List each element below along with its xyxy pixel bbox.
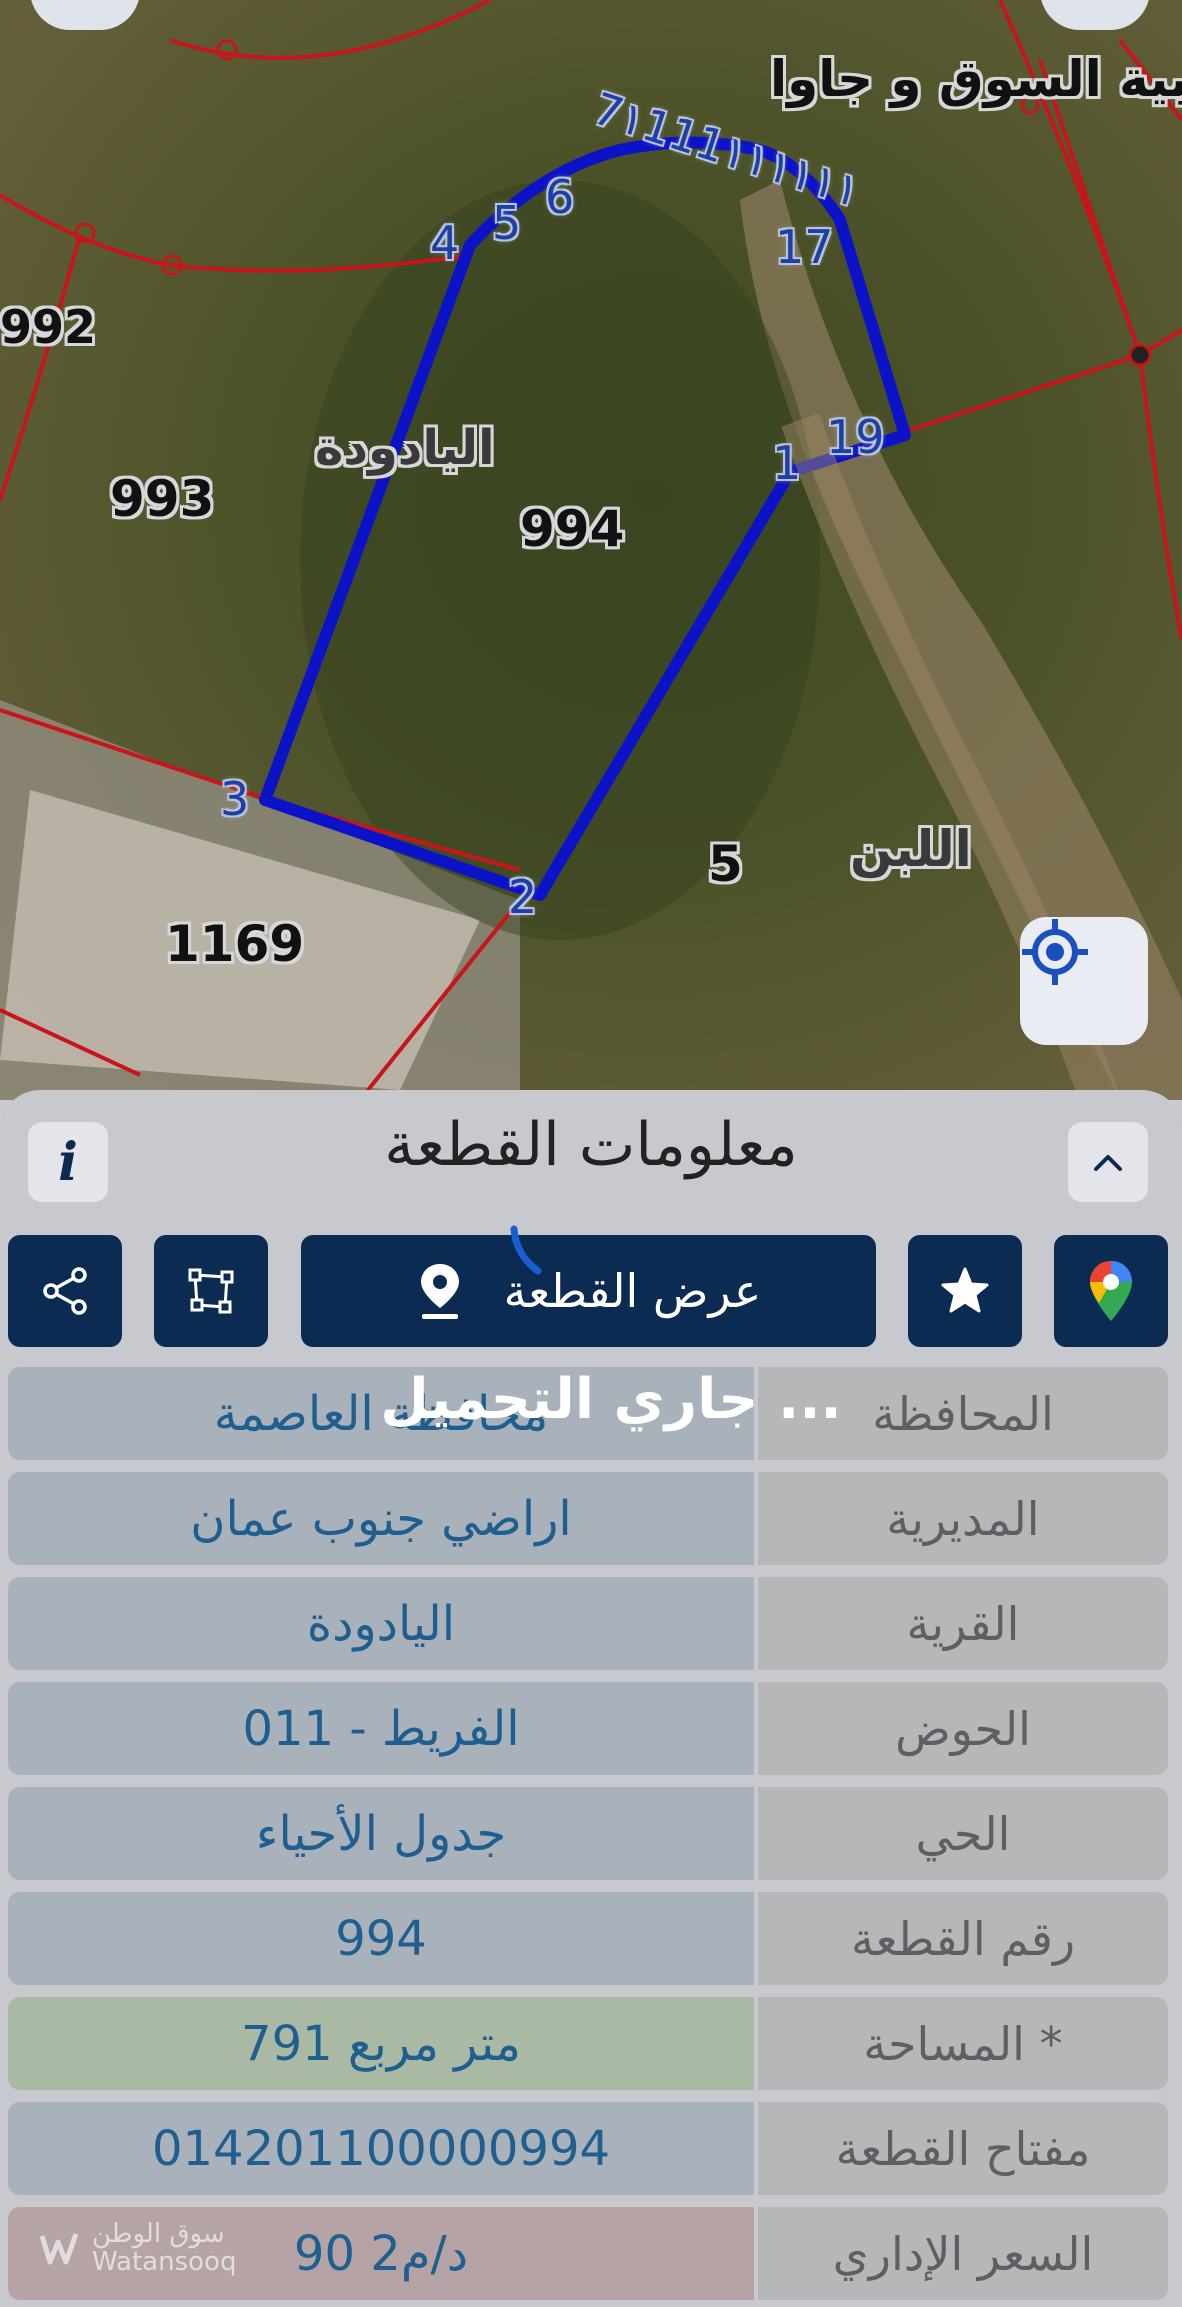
vertex-label: 19 — [826, 410, 885, 464]
parcel-label-994: 994 — [520, 500, 625, 558]
place-label-allaban: اللبن — [850, 820, 972, 878]
location-pin-icon — [420, 1264, 459, 1319]
detail-row-parcel-key: 014201100000994 مفتاح القطعة — [8, 2102, 1168, 2195]
share-button[interactable] — [8, 1235, 122, 1347]
detail-row-area: 791 متر مربع المساحة * — [8, 1997, 1168, 2090]
place-label-alyadoudeh: اليادودة — [315, 420, 495, 476]
detail-value: اليادودة — [8, 1577, 754, 1670]
share-icon — [43, 1267, 87, 1315]
sheet-header: i معلومات القطعة — [0, 1090, 1182, 1220]
detail-value: 791 متر مربع — [8, 1997, 754, 2090]
detail-row-basin: الفريط - 011 الحوض — [8, 1682, 1168, 1775]
detail-row-parcel-number: 994 رقم القطعة — [8, 1892, 1168, 1985]
watermark-logo: سوق الوطن Watansooq — [40, 2220, 236, 2276]
parcel-label-993: 993 — [110, 470, 215, 528]
sheet-title: معلومات القطعة — [384, 1110, 798, 1180]
detail-value: جدول الأحياء — [8, 1787, 754, 1880]
satellite-map[interactable]: 992 993 994 1169 5 غربية السوق و جاوا ال… — [0, 0, 1182, 1100]
vertex-label: 3 — [220, 772, 250, 826]
gps-locate-icon — [1022, 919, 1088, 985]
google-maps-button[interactable] — [1054, 1235, 1168, 1347]
detail-key: السعر الإداري — [758, 2207, 1168, 2300]
detail-row-directorate: اراضي جنوب عمان المديرية — [8, 1472, 1168, 1565]
detail-value: 994 — [8, 1892, 754, 1985]
vertex-label: 17 — [775, 220, 834, 274]
detail-value: الفريط - 011 — [8, 1682, 754, 1775]
watansooq-logo-icon — [40, 2233, 79, 2265]
detail-row-neighborhood: جدول الأحياء الحي — [8, 1787, 1168, 1880]
watermark-arabic: سوق الوطن — [92, 2219, 225, 2249]
parcel-info-sheet: i معلومات القطعة عرض القطعة جاري التحميل… — [0, 1090, 1182, 2307]
chevron-up-icon — [1094, 1155, 1122, 1171]
detail-row-village: اليادودة القرية — [8, 1577, 1168, 1670]
vertex-label: 6 — [545, 170, 575, 224]
detail-key: الحوض — [758, 1682, 1168, 1775]
detail-key: رقم القطعة — [758, 1892, 1168, 1985]
vertex-label: 5 — [492, 196, 522, 250]
detail-key: الحي — [758, 1787, 1168, 1880]
watermark-latin: Watansooq — [92, 2247, 237, 2277]
vertex-label: 1 — [772, 436, 802, 490]
loading-text: جاري التحميل ... — [380, 1367, 842, 1432]
collapse-sheet-button[interactable] — [1068, 1122, 1148, 1202]
detail-key: المديرية — [758, 1472, 1168, 1565]
google-maps-icon — [1090, 1261, 1132, 1321]
place-label-gharbiyat-alsouq: غربية السوق و جاوا — [770, 50, 1182, 108]
detail-value: اراضي جنوب عمان — [8, 1472, 754, 1565]
draw-polygon-button[interactable] — [154, 1235, 268, 1347]
loading-spinner-icon — [510, 1225, 542, 1275]
star-icon — [941, 1267, 989, 1313]
parcel-label-1169: 1169 — [165, 915, 305, 973]
parcel-label-992: 992 — [0, 300, 97, 354]
my-location-button[interactable] — [1020, 917, 1148, 1045]
detail-value: 014201100000994 — [8, 2102, 754, 2195]
vertex-label: 2 — [508, 870, 538, 924]
detail-key: المساحة * — [758, 1997, 1168, 2090]
vertex-label: 4 — [430, 216, 460, 270]
show-parcel-button[interactable]: عرض القطعة — [301, 1235, 876, 1347]
parcel-label-5: 5 — [708, 835, 743, 893]
favorite-button[interactable] — [908, 1235, 1022, 1347]
detail-key: القرية — [758, 1577, 1168, 1670]
polygon-icon — [188, 1268, 234, 1314]
detail-key: مفتاح القطعة — [758, 2102, 1168, 2195]
